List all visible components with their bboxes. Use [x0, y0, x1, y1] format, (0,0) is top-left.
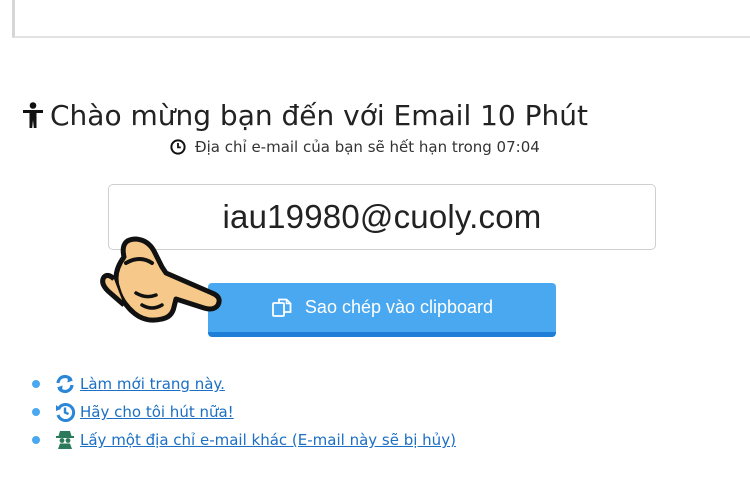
refresh-icon [56, 374, 74, 394]
pointing-hand-icon [100, 236, 222, 323]
email-address-text: iau19980@cuoly.com [222, 198, 542, 235]
page-title-text: Chào mừng bạn đến với Email 10 Phút [50, 98, 589, 132]
copy-icon [272, 298, 292, 317]
spy-icon [56, 431, 74, 449]
expiry-notice: Địa chỉ e-mail của bạn sẽ hết hạn trong … [170, 138, 540, 156]
new-email-link[interactable]: Lấy một địa chỉ e-mail khác (E-mail này … [80, 431, 456, 449]
action-links: Làm mới trang này. Hãy cho tôi hút nữa! … [32, 372, 456, 456]
bullet [32, 380, 40, 388]
list-item: Lấy một địa chỉ e-mail khác (E-mail này … [32, 428, 456, 452]
bullet [32, 408, 40, 416]
copy-button-label: Sao chép vào clipboard [304, 297, 494, 317]
list-item: Hãy cho tôi hút nữa! [32, 400, 456, 424]
top-panel [12, 0, 750, 38]
clock-icon [170, 139, 186, 155]
refresh-page-link[interactable]: Làm mới trang này. [80, 375, 225, 393]
list-item: Làm mới trang này. [32, 372, 456, 396]
page-title: Chào mừng bạn đến với Email 10 Phút [22, 99, 588, 132]
expiry-text: Địa chỉ e-mail của bạn sẽ hết hạn trong … [195, 138, 540, 156]
extend-time-link[interactable]: Hãy cho tôi hút nữa! [80, 403, 234, 421]
copy-to-clipboard-button[interactable]: Sao chép vào clipboard [208, 283, 556, 337]
history-icon [56, 403, 76, 422]
user-icon [23, 102, 43, 129]
bullet [32, 436, 40, 444]
